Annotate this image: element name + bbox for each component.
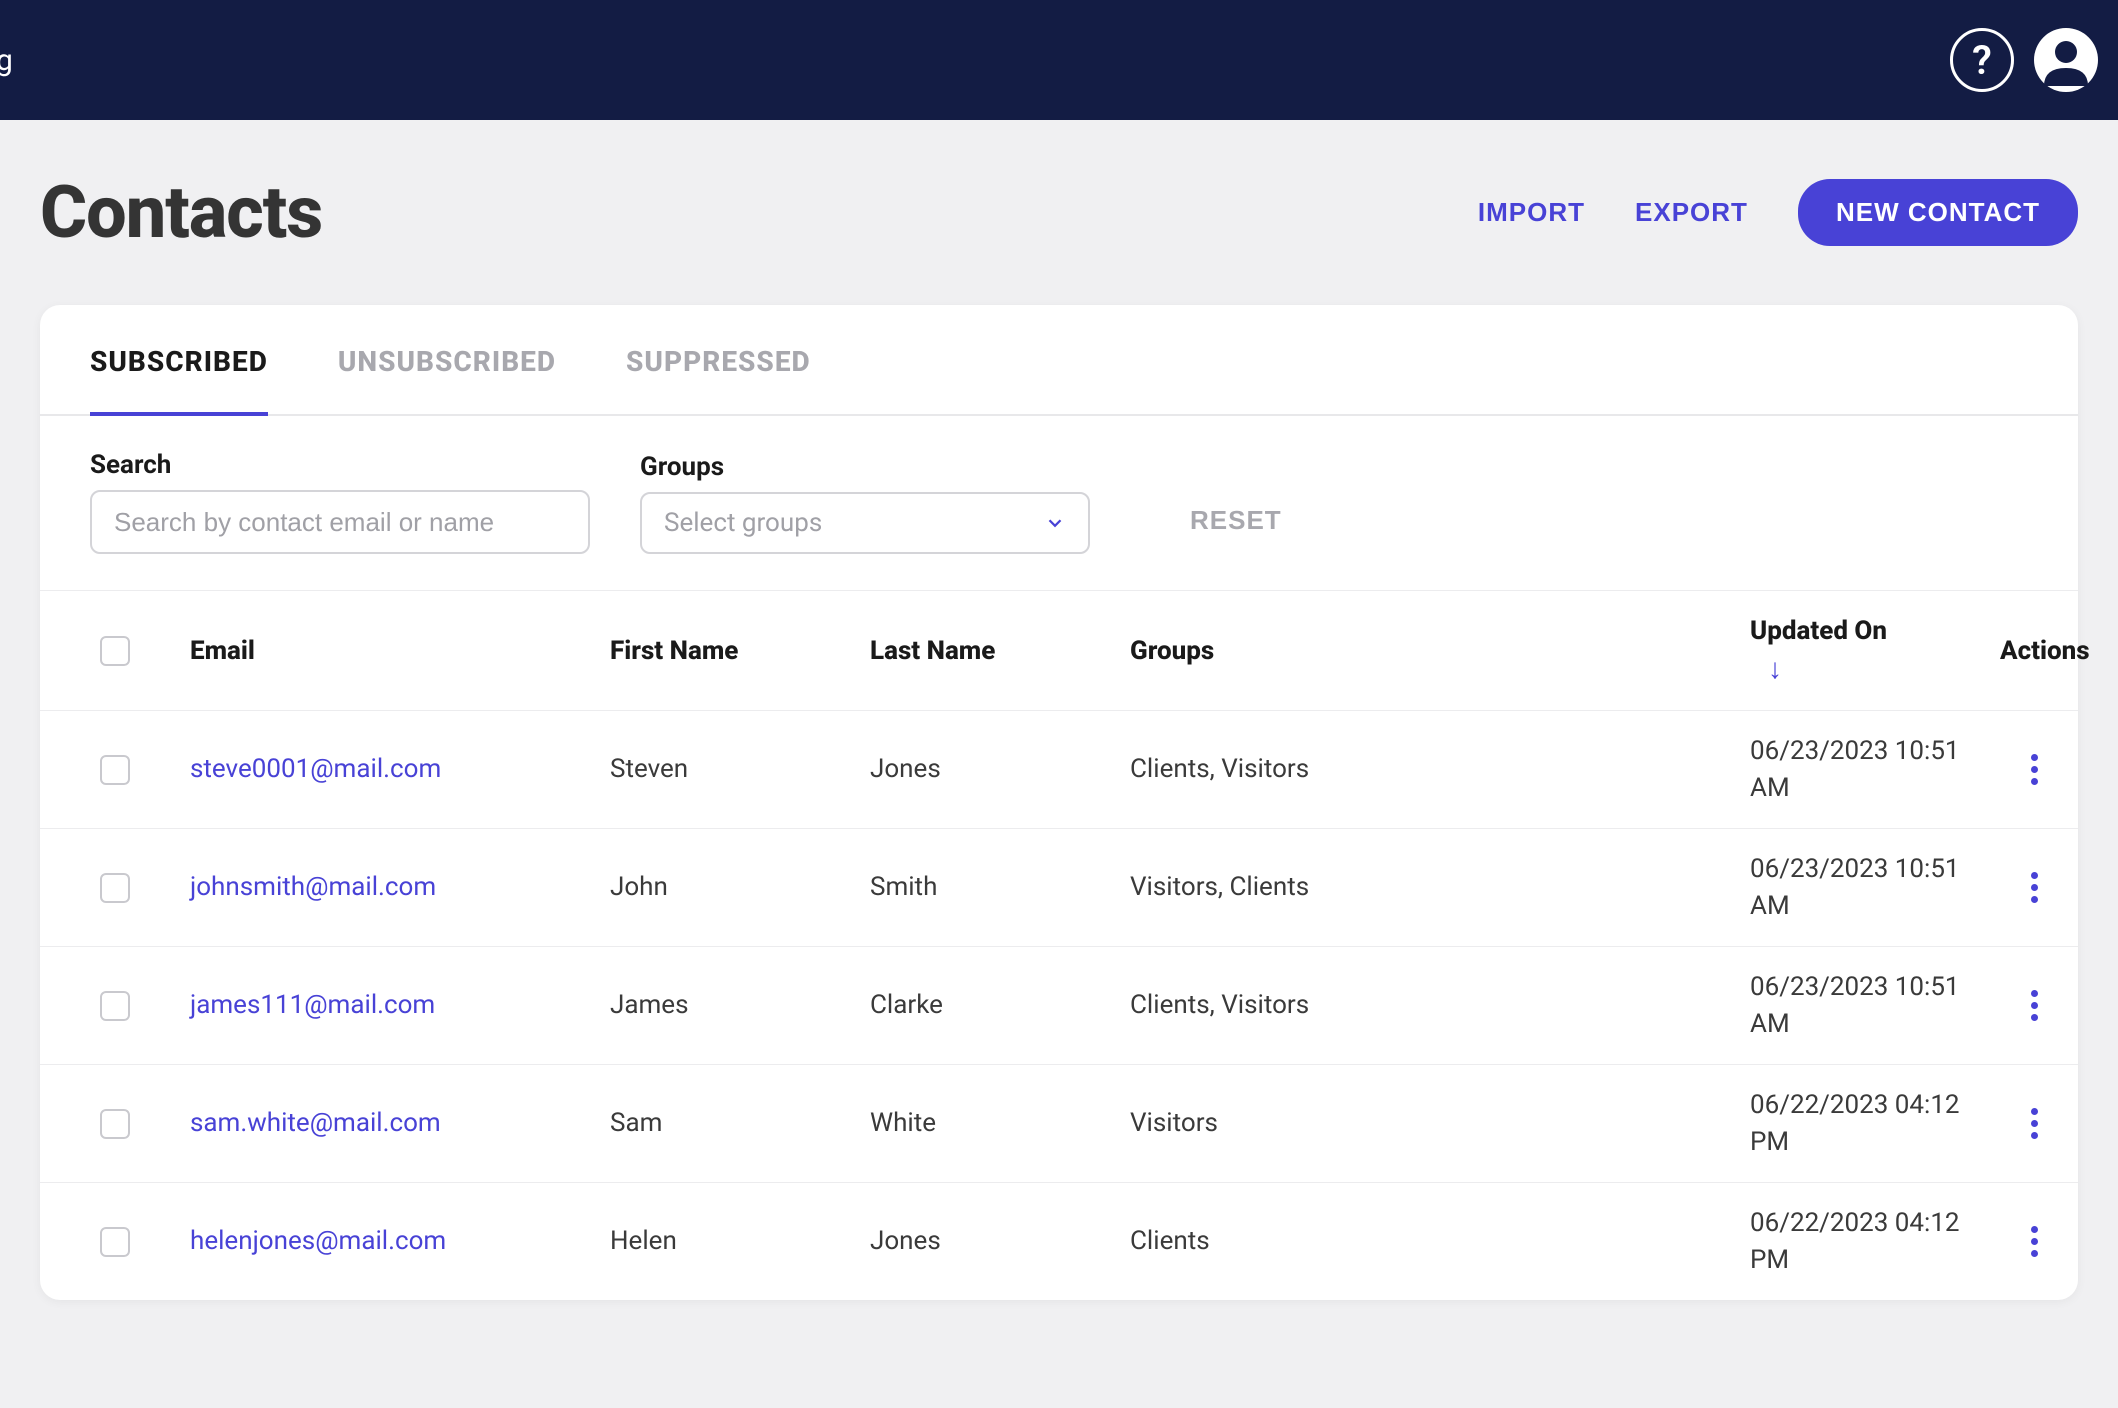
avatar-icon[interactable]	[2034, 28, 2098, 92]
row-checkbox[interactable]	[100, 1227, 130, 1257]
cell-last-name: Jones	[870, 751, 1130, 787]
table-row: johnsmith@mail.com John Smith Visitors, …	[40, 828, 2078, 946]
cell-updated-on: 06/22/2023 04:12 PM	[1750, 1205, 2000, 1278]
cell-first-name: John	[610, 869, 870, 905]
row-actions-menu[interactable]	[2018, 1108, 2050, 1139]
import-button[interactable]: IMPORT	[1478, 197, 1585, 228]
cell-email[interactable]: sam.white@mail.com	[190, 1105, 610, 1141]
cell-updated-on: 06/23/2023 10:51 AM	[1750, 969, 2000, 1042]
new-contact-button[interactable]: NEW CONTACT	[1798, 179, 2078, 246]
col-updated-on[interactable]: Updated On ↓	[1750, 616, 2000, 685]
groups-label: Groups	[640, 452, 1090, 482]
cell-email[interactable]: johnsmith@mail.com	[190, 869, 610, 905]
cell-last-name: White	[870, 1105, 1130, 1141]
row-actions-menu[interactable]	[2018, 990, 2050, 1021]
header-checkbox-cell	[40, 636, 190, 666]
cell-first-name: Sam	[610, 1105, 870, 1141]
cell-email[interactable]: steve0001@mail.com	[190, 751, 610, 787]
row-checkbox[interactable]	[100, 873, 130, 903]
search-input[interactable]	[90, 490, 590, 554]
reset-button[interactable]: RESET	[1190, 505, 1282, 554]
groups-filter-group: Groups Select groups	[640, 452, 1090, 554]
row-checkbox[interactable]	[100, 755, 130, 785]
cell-first-name: Steven	[610, 751, 870, 787]
cell-email[interactable]: helenjones@mail.com	[190, 1223, 610, 1259]
contacts-card: SUBSCRIBED UNSUBSCRIBED SUPPRESSED Searc…	[40, 305, 2078, 1300]
cell-groups: Clients	[1130, 1223, 1750, 1259]
tab-unsubscribed[interactable]: UNSUBSCRIBED	[338, 305, 556, 416]
col-email[interactable]: Email	[190, 636, 610, 666]
row-actions-menu[interactable]	[2018, 872, 2050, 903]
sort-desc-icon: ↓	[1768, 652, 2000, 685]
help-icon[interactable]: ?	[1950, 28, 2014, 92]
topbar-right: ?	[1950, 28, 2098, 92]
page-title: Contacts	[40, 170, 322, 255]
groups-select-placeholder: Select groups	[664, 508, 822, 538]
cell-groups: Visitors, Clients	[1130, 869, 1750, 905]
filters-row: Search Groups Select groups RESET	[40, 416, 2078, 590]
table-row: helenjones@mail.com Helen Jones Clients …	[40, 1182, 2078, 1300]
col-updated-on-label: Updated On	[1750, 616, 2000, 646]
page-actions: IMPORT EXPORT NEW CONTACT	[1478, 179, 2078, 246]
cell-last-name: Clarke	[870, 987, 1130, 1023]
table-header: Email First Name Last Name Groups Update…	[40, 590, 2078, 710]
row-checkbox[interactable]	[100, 991, 130, 1021]
row-actions-menu[interactable]	[2018, 754, 2050, 785]
cell-email[interactable]: james111@mail.com	[190, 987, 610, 1023]
cell-groups: Clients, Visitors	[1130, 751, 1750, 787]
cell-last-name: Smith	[870, 869, 1130, 905]
cell-last-name: Jones	[870, 1223, 1130, 1259]
topbar: g ?	[0, 0, 2118, 120]
page-body: Contacts IMPORT EXPORT NEW CONTACT SUBSC…	[0, 120, 2118, 1340]
cell-groups: Clients, Visitors	[1130, 987, 1750, 1023]
col-first-name[interactable]: First Name	[610, 636, 870, 666]
tab-subscribed[interactable]: SUBSCRIBED	[90, 305, 268, 416]
table-row: sam.white@mail.com Sam White Visitors 06…	[40, 1064, 2078, 1182]
table-row: steve0001@mail.com Steven Jones Clients,…	[40, 710, 2078, 828]
col-groups[interactable]: Groups	[1130, 636, 1750, 666]
cell-updated-on: 06/22/2023 04:12 PM	[1750, 1087, 2000, 1160]
col-actions: Actions	[2000, 636, 2118, 666]
col-last-name[interactable]: Last Name	[870, 636, 1130, 666]
cell-groups: Visitors	[1130, 1105, 1750, 1141]
page-header: Contacts IMPORT EXPORT NEW CONTACT	[40, 170, 2078, 255]
cell-updated-on: 06/23/2023 10:51 AM	[1750, 851, 2000, 924]
table-row: james111@mail.com James Clarke Clients, …	[40, 946, 2078, 1064]
topbar-left-fragment: g	[0, 43, 13, 78]
search-label: Search	[90, 450, 590, 480]
tab-suppressed[interactable]: SUPPRESSED	[626, 305, 811, 416]
cell-first-name: Helen	[610, 1223, 870, 1259]
export-button[interactable]: EXPORT	[1635, 197, 1748, 228]
chevron-down-icon	[1044, 512, 1066, 534]
search-filter-group: Search	[90, 450, 590, 554]
cell-updated-on: 06/23/2023 10:51 AM	[1750, 733, 2000, 806]
contacts-table: Email First Name Last Name Groups Update…	[40, 590, 2078, 1300]
row-checkbox[interactable]	[100, 1109, 130, 1139]
row-actions-menu[interactable]	[2018, 1226, 2050, 1257]
cell-first-name: James	[610, 987, 870, 1023]
groups-select[interactable]: Select groups	[640, 492, 1090, 554]
tabs: SUBSCRIBED UNSUBSCRIBED SUPPRESSED	[40, 305, 2078, 416]
select-all-checkbox[interactable]	[100, 636, 130, 666]
